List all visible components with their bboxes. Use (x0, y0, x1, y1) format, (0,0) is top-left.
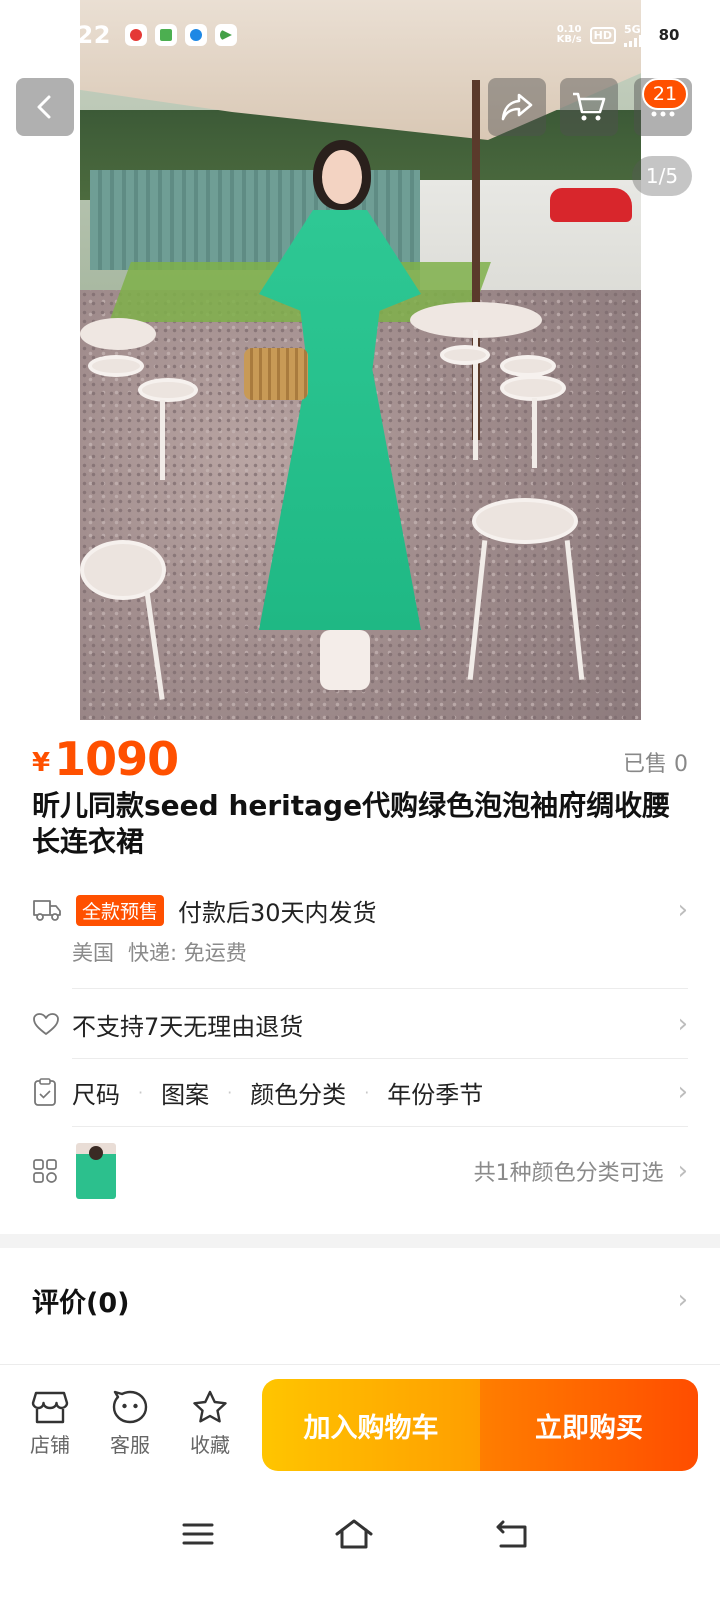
shipping-row[interactable]: 全款预售 付款后30天内发货 › (32, 890, 688, 930)
return-policy-row[interactable]: 不支持7天无理由退货 › (32, 1004, 688, 1044)
sold-count: 已售 0 (623, 752, 688, 777)
signal-bars-icon (624, 34, 642, 47)
network-speed: 0.10 KB/s (556, 24, 582, 45)
clipboard-icon (34, 1078, 56, 1106)
presale-badge: 全款预售 (76, 894, 165, 926)
tomato-app-icon (124, 24, 147, 46)
product-photo[interactable] (80, 0, 641, 720)
divider (72, 1126, 688, 1127)
variant-thumbnail[interactable] (76, 1143, 116, 1199)
hd-badge: HD (589, 26, 616, 44)
shipping-time: 付款后30天内发货 (178, 898, 377, 927)
chat-face-icon (112, 1390, 148, 1424)
section-gap (0, 1234, 720, 1248)
variant-row[interactable]: 共1种颜色分类可选 › (32, 1142, 688, 1200)
favorite-button[interactable]: 收藏 (180, 1389, 240, 1458)
service-label: 客服 (110, 1433, 150, 1457)
delivery-truck-icon (33, 900, 61, 921)
status-app-icons (124, 24, 237, 46)
currency-symbol: ¥ (32, 748, 51, 778)
back-arrow-icon (496, 1520, 527, 1548)
share-button[interactable] (488, 78, 546, 136)
customer-service-button[interactable]: 客服 (100, 1389, 160, 1458)
chevron-right-icon: › (677, 1156, 688, 1186)
spec-color: 颜色分类 (250, 1080, 347, 1109)
favorite-label: 收藏 (190, 1433, 230, 1457)
status-bar: 14:22 0.10 KB/s HD 5G 80 (0, 0, 720, 70)
store-button[interactable]: 店铺 (20, 1389, 80, 1458)
shipping-detail: 美国 快递: 免运费 (72, 936, 688, 968)
share-arrow-icon (501, 93, 533, 121)
heart-icon (33, 1013, 59, 1035)
video-app-icon (184, 24, 207, 46)
store-label: 店铺 (30, 1433, 70, 1457)
price-row: ¥ 1090 已售 0 (32, 724, 688, 784)
divider (72, 1058, 688, 1059)
variant-summary: 共1种颜色分类可选 (473, 1161, 664, 1186)
return-policy-text: 不支持7天无理由退货 (72, 1012, 304, 1041)
chevron-right-icon: › (677, 895, 688, 925)
specs-row[interactable]: 尺码 · 图案 · 颜色分类 · 年份季节 › (32, 1072, 688, 1112)
system-nav-bar (0, 1490, 720, 1600)
ship-origin: 美国 (72, 941, 114, 965)
spec-season: 年份季节 (387, 1080, 484, 1109)
ship-express: 快递: 免运费 (128, 941, 247, 965)
play-app-icon (214, 24, 237, 46)
shopping-cart-icon (573, 92, 606, 121)
chevron-right-icon: › (677, 1285, 688, 1315)
product-price: 1090 (54, 732, 179, 786)
leaf-app-icon (154, 24, 177, 46)
home-icon (335, 1519, 373, 1549)
home-button[interactable] (332, 1512, 376, 1556)
image-counter: 1/5 (632, 156, 692, 196)
cart-button[interactable] (560, 78, 618, 136)
buy-now-button[interactable]: 立即购买 (480, 1379, 698, 1471)
menu-lines-icon (182, 1523, 214, 1545)
signal-indicator: 5G (624, 24, 642, 47)
reviews-row[interactable]: 评价(0) › (32, 1280, 688, 1320)
action-bar: 店铺 客服 收藏 加入购物车 立即购买 (0, 1364, 720, 1490)
status-time: 14:22 (32, 21, 111, 49)
chevron-right-icon: › (677, 1009, 688, 1039)
reviews-title: 评价(0) (32, 1287, 130, 1319)
divider (72, 988, 688, 989)
store-icon (31, 1391, 69, 1424)
cart-count-badge: 21 (642, 78, 688, 110)
grid-icon (33, 1159, 57, 1183)
spec-pattern: 图案 (161, 1080, 210, 1109)
chevron-left-icon (37, 95, 51, 119)
product-title: 昕儿同款seed heritage代购绿色泡泡袖府绸收腰长连衣裙 (32, 789, 671, 858)
chevron-right-icon: › (677, 1077, 688, 1107)
back-button[interactable] (16, 78, 74, 136)
spec-size: 尺码 (72, 1080, 120, 1109)
back-system-button[interactable] (490, 1512, 534, 1556)
battery-icon: 80 (650, 24, 692, 46)
recent-apps-button[interactable] (176, 1512, 220, 1556)
star-icon (193, 1390, 227, 1423)
add-to-cart-button[interactable]: 加入购物车 (262, 1379, 480, 1471)
